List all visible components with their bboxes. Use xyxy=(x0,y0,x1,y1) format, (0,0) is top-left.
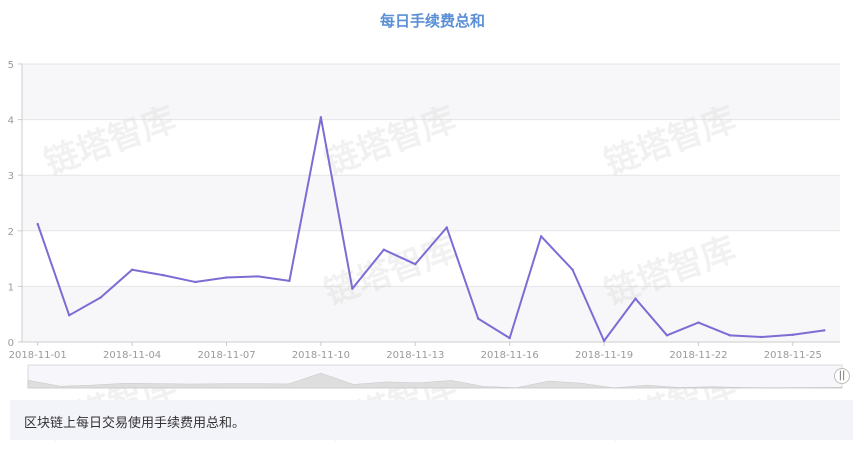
x-tick-label: 2018-11-01 xyxy=(9,350,67,361)
data-point xyxy=(130,268,134,271)
y-tick-label: 1 xyxy=(8,282,14,293)
data-point xyxy=(823,329,826,332)
y-tick-label: 2 xyxy=(8,227,14,238)
data-point xyxy=(445,226,448,229)
x-tick-label: 2018-11-19 xyxy=(575,350,633,361)
x-tick-label: 2018-11-04 xyxy=(103,350,161,361)
y-tick-label: 0 xyxy=(8,338,14,349)
grid-band xyxy=(22,286,840,342)
y-tick-label: 3 xyxy=(8,171,14,182)
data-point xyxy=(728,334,732,337)
x-tick-label: 2018-11-16 xyxy=(481,350,539,361)
data-point xyxy=(665,334,669,337)
data-point xyxy=(193,280,197,284)
x-axis-ticks: 2018-11-01 2018-11-04 2018-11-07 2018-11-10… xyxy=(9,342,822,361)
zoom-slider xyxy=(27,364,843,389)
data-point xyxy=(36,222,39,226)
data-point xyxy=(382,248,386,251)
line-chart: 链塔智库链塔智库链塔智库链塔智库链塔智库链塔智库链塔智库链塔智库 012345 … xyxy=(8,60,843,448)
x-tick-label: 2018-11-22 xyxy=(669,350,727,361)
data-point xyxy=(414,262,417,266)
y-tick-label: 5 xyxy=(8,60,14,71)
data-point xyxy=(256,275,260,278)
data-point xyxy=(351,287,354,290)
data-point xyxy=(288,279,291,283)
data-point xyxy=(99,296,102,299)
data-point xyxy=(225,276,228,279)
x-tick-label: 2018-11-10 xyxy=(292,350,350,361)
data-point xyxy=(539,235,543,238)
x-tick-label: 2018-11-25 xyxy=(764,350,822,361)
chart-caption: 区块链上每日交易使用手续费用总和。 xyxy=(10,400,853,440)
data-point xyxy=(508,336,511,340)
zoom-slider-handle[interactable]: || xyxy=(834,368,850,384)
data-point xyxy=(697,321,700,324)
x-tick-label: 2018-11-07 xyxy=(197,350,255,361)
data-point xyxy=(760,335,763,339)
data-point xyxy=(476,317,480,320)
data-point xyxy=(67,314,71,317)
data-point xyxy=(162,274,165,277)
grid-band xyxy=(22,175,840,231)
y-tick-label: 4 xyxy=(8,116,14,127)
data-point xyxy=(791,333,795,336)
y-axis-ticks: 0 1 2 3 4 5 xyxy=(8,60,22,349)
data-point xyxy=(602,339,606,343)
x-tick-label: 2018-11-13 xyxy=(386,350,444,361)
data-point xyxy=(319,116,323,119)
data-point xyxy=(634,297,637,300)
data-point xyxy=(571,268,574,271)
